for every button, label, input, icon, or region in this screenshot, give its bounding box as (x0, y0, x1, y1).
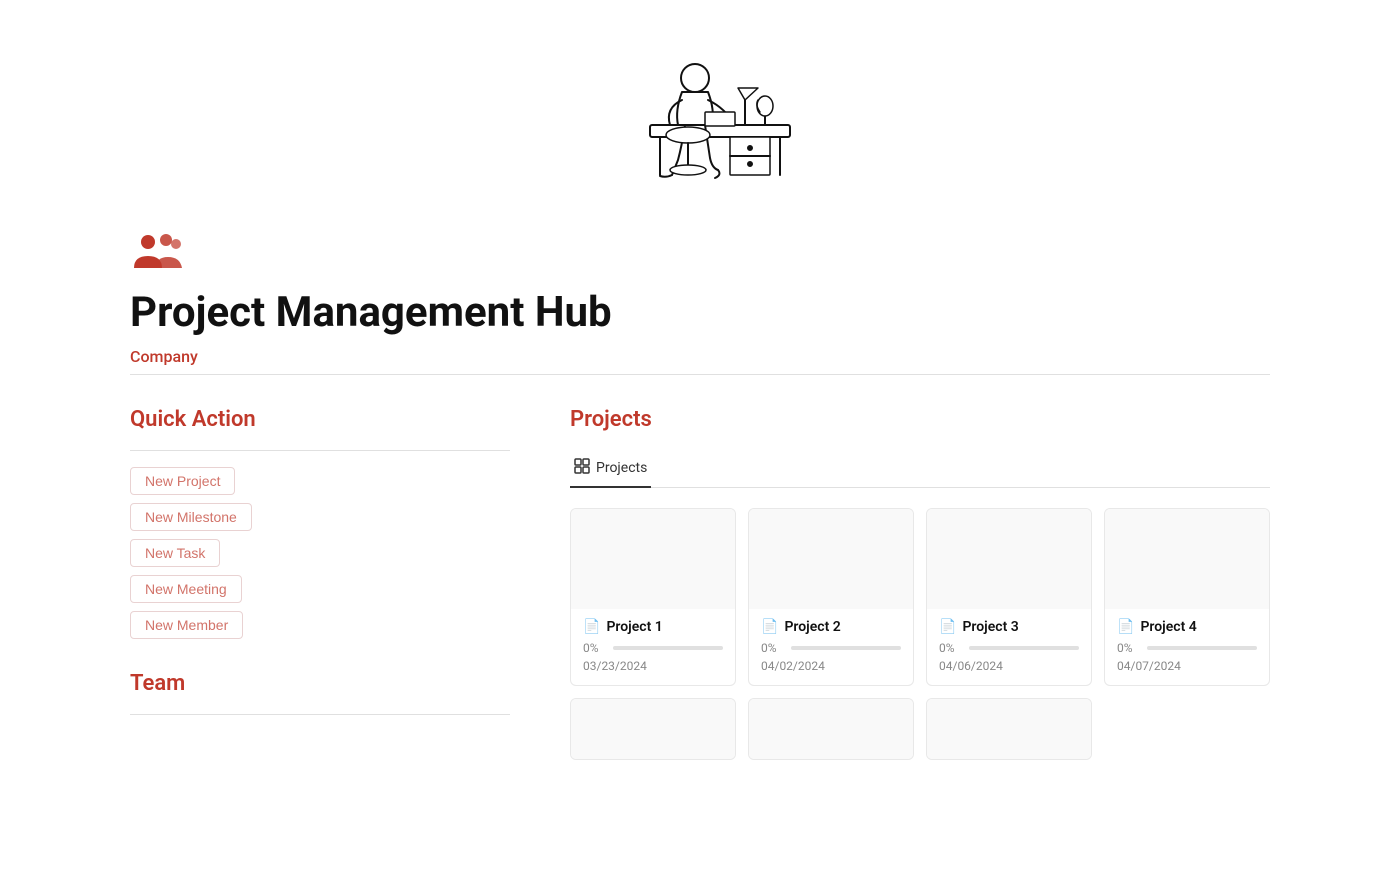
doc-icon-1: 📄 (583, 619, 600, 635)
new-task-button[interactable]: New Task (130, 539, 220, 567)
doc-icon-2: 📄 (761, 619, 778, 635)
project-card-2[interactable]: 📄 Project 2 0% 04/02/2024 (748, 508, 914, 686)
project-card-preview-7 (927, 699, 1091, 759)
project-card-preview-6 (749, 699, 913, 759)
page-subtitle: Company (130, 347, 1270, 366)
project-card-5[interactable] (570, 698, 736, 760)
progress-bar-bg-4 (1147, 646, 1257, 650)
projects-tab-bar: Projects (570, 450, 1270, 488)
project-date-3: 04/06/2024 (939, 659, 1079, 673)
quick-action-title: Quick Action (130, 407, 510, 432)
tab-projects-label: Projects (596, 460, 647, 476)
project-card-preview-1 (571, 509, 735, 609)
team-divider (130, 714, 510, 715)
doc-icon-3: 📄 (939, 619, 956, 635)
hero-illustration (130, 0, 1270, 210)
page-title: Project Management Hub (130, 288, 1270, 337)
progress-bar-bg-3 (969, 646, 1079, 650)
project-card-body-2: 📄 Project 2 0% 04/02/2024 (749, 609, 913, 685)
project-card-1[interactable]: 📄 Project 1 0% 03/23/2024 (570, 508, 736, 686)
grid-icon (574, 458, 590, 478)
progress-row-4: 0% (1117, 641, 1257, 655)
team-title: Team (130, 671, 510, 696)
project-card-6[interactable] (748, 698, 914, 760)
progress-bar-bg-1 (613, 646, 723, 650)
project-name-2: 📄 Project 2 (761, 619, 901, 635)
project-card-preview-4 (1105, 509, 1269, 609)
progress-bar-bg-2 (791, 646, 901, 650)
progress-label-2: 0% (761, 641, 783, 655)
project-card-7[interactable] (926, 698, 1092, 760)
project-name-4: 📄 Project 4 (1117, 619, 1257, 635)
project-card-preview-3 (927, 509, 1091, 609)
project-name-3: 📄 Project 3 (939, 619, 1079, 635)
doc-icon-4: 📄 (1117, 619, 1134, 635)
project-card-preview-2 (749, 509, 913, 609)
progress-row-3: 0% (939, 641, 1079, 655)
main-content: Quick Action New Project New Milestone N… (130, 407, 1270, 760)
project-name-1: 📄 Project 1 (583, 619, 723, 635)
project-card-body-3: 📄 Project 3 0% 04/06/2024 (927, 609, 1091, 685)
left-panel: Quick Action New Project New Milestone N… (130, 407, 510, 715)
new-project-button[interactable]: New Project (130, 467, 235, 495)
page-team-icon (130, 230, 1270, 278)
right-panel: Projects Projects (570, 407, 1270, 760)
progress-label-4: 0% (1117, 641, 1139, 655)
progress-label-1: 0% (583, 641, 605, 655)
progress-row-1: 0% (583, 641, 723, 655)
project-card-body-1: 📄 Project 1 0% 03/23/2024 (571, 609, 735, 685)
new-meeting-button[interactable]: New Meeting (130, 575, 242, 603)
project-card-4[interactable]: 📄 Project 4 0% 04/07/2024 (1104, 508, 1270, 686)
project-card-preview-5 (571, 699, 735, 759)
action-buttons-container: New Project New Milestone New Task New M… (130, 467, 510, 639)
team-section: Team (130, 671, 510, 715)
project-date-1: 03/23/2024 (583, 659, 723, 673)
project-date-2: 04/02/2024 (761, 659, 901, 673)
project-card-3[interactable]: 📄 Project 3 0% 04/06/2024 (926, 508, 1092, 686)
new-milestone-button[interactable]: New Milestone (130, 503, 252, 531)
new-member-button[interactable]: New Member (130, 611, 243, 639)
projects-title: Projects (570, 407, 1270, 432)
projects-grid: 📄 Project 1 0% 03/23/2024 (570, 508, 1270, 760)
project-date-4: 04/07/2024 (1117, 659, 1257, 673)
tab-projects[interactable]: Projects (570, 450, 651, 488)
progress-label-3: 0% (939, 641, 961, 655)
quick-action-divider (130, 450, 510, 451)
progress-row-2: 0% (761, 641, 901, 655)
header-divider (130, 374, 1270, 375)
project-card-body-4: 📄 Project 4 0% 04/07/2024 (1105, 609, 1269, 685)
